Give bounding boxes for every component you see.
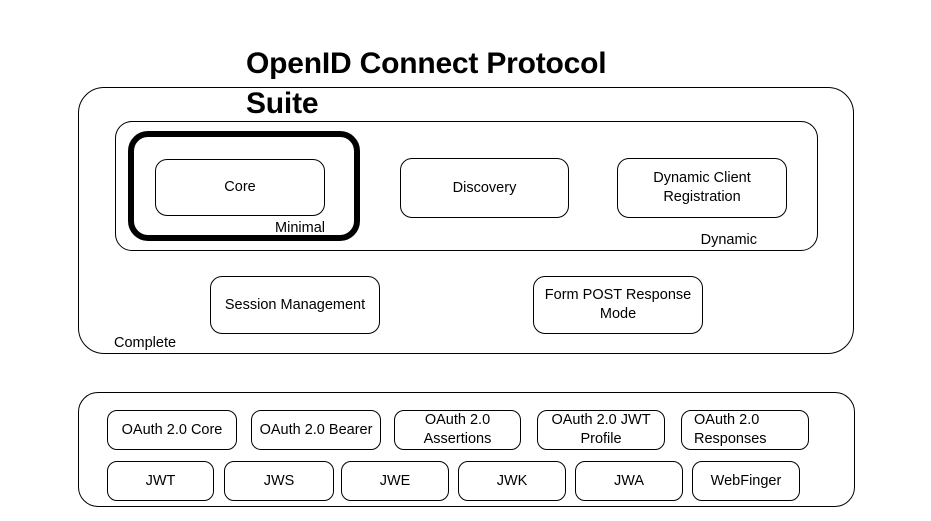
spec-box-jws[interactable]: JWS [224,461,334,501]
spec-box-discovery[interactable]: Discovery [400,158,569,218]
spec-box-jwk[interactable]: JWK [458,461,566,501]
spec-box-oauth2-assertions[interactable]: OAuth 2.0 Assertions [394,410,521,450]
page-title: OpenID Connect Protocol Suite [246,47,607,120]
spec-box-jwa[interactable]: JWA [575,461,683,501]
spec-box-oauth2-jwt-profile[interactable]: OAuth 2.0 JWT Profile [537,410,665,450]
spec-box-form-post-response-mode[interactable]: Form POST Response Mode [533,276,703,334]
group-label-complete: Complete [114,335,177,351]
spec-box-webfinger[interactable]: WebFinger [692,461,800,501]
group-label-dynamic: Dynamic [700,232,757,248]
spec-box-dynamic-client-registration[interactable]: Dynamic Client Registration [617,158,787,218]
spec-box-oauth2-responses[interactable]: OAuth 2.0 Responses [681,410,809,450]
diagram-canvas: OpenID Connect Protocol Suite Minimal Dy… [0,0,931,521]
spec-box-core[interactable]: Core [155,159,325,216]
spec-box-oauth2-core[interactable]: OAuth 2.0 Core [107,410,237,450]
spec-box-jwt[interactable]: JWT [107,461,214,501]
spec-box-session-management[interactable]: Session Management [210,276,380,334]
spec-box-oauth2-bearer[interactable]: OAuth 2.0 Bearer [251,410,381,450]
spec-box-jwe[interactable]: JWE [341,461,449,501]
group-label-minimal: Minimal [275,220,325,236]
